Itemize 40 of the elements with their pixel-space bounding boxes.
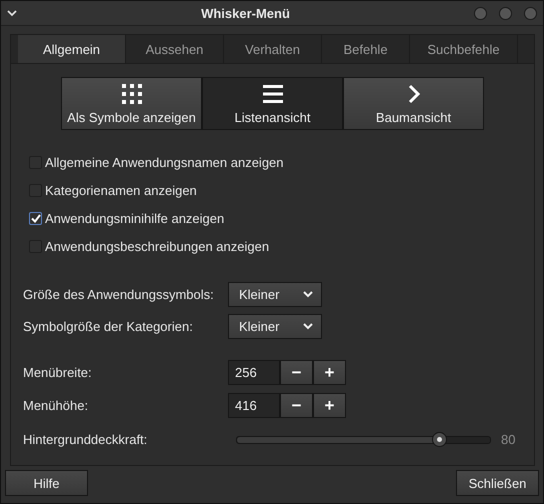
checkbox-label: Anwendungsminihilfe anzeigen <box>45 210 224 226</box>
tab[interactable]: Allgemein <box>18 35 126 63</box>
field-label: Menühöhe: <box>23 398 90 413</box>
tab[interactable]: Befehle <box>322 35 410 63</box>
chevron-down-icon[interactable] <box>7 9 17 17</box>
slider-value: 80 <box>501 432 516 447</box>
increment-button[interactable]: + <box>313 393 346 418</box>
chevron-down-icon <box>303 291 313 298</box>
list-icon <box>262 84 282 104</box>
tab[interactable]: Suchbefehle <box>410 35 518 63</box>
view-mode-button[interactable]: Als Symbole anzeigen <box>61 77 202 130</box>
window-control-button[interactable] <box>524 6 537 20</box>
decrement-button[interactable]: − <box>280 393 313 418</box>
field-label: Menübreite: <box>23 365 93 380</box>
checkbox-label: Anwendungsbeschreibungen anzeigen <box>45 238 270 254</box>
increment-button[interactable]: + <box>313 360 346 385</box>
checkbox[interactable] <box>29 212 42 224</box>
decrement-button[interactable]: − <box>280 360 313 385</box>
window-title: Whisker-Menü <box>200 6 291 20</box>
number-field[interactable]: 416 <box>228 393 280 418</box>
window-control-button[interactable] <box>474 6 487 20</box>
chevron-down-icon <box>303 323 313 330</box>
dialog-button[interactable]: Schließen <box>456 470 539 496</box>
dialog-button[interactable]: Hilfe <box>5 470 88 496</box>
size-dropdown[interactable]: Kleiner <box>228 314 322 339</box>
grid-icon <box>122 84 142 104</box>
tab[interactable]: Aussehen <box>126 35 224 63</box>
chevron-right-icon <box>406 84 420 104</box>
slider-thumb[interactable] <box>432 432 448 446</box>
view-mode-button[interactable]: Baumansicht <box>343 77 484 130</box>
field-label: Größe des Anwendungssymbols: <box>23 287 215 302</box>
tab[interactable]: Verhalten <box>224 35 322 63</box>
field-label: Symbolgröße der Kategorien: <box>23 319 194 334</box>
field-label: Hintergrunddeckkraft: <box>23 432 148 447</box>
number-field[interactable]: 256 <box>228 360 280 385</box>
window-control-button[interactable] <box>499 6 512 20</box>
size-dropdown[interactable]: Kleiner <box>228 282 322 307</box>
checkbox-label: Allgemeine Anwendungsnamen anzeigen <box>45 154 284 170</box>
checkbox-label: Kategorienamen anzeigen <box>45 182 197 198</box>
view-mode-button[interactable]: Listenansicht <box>202 77 343 130</box>
